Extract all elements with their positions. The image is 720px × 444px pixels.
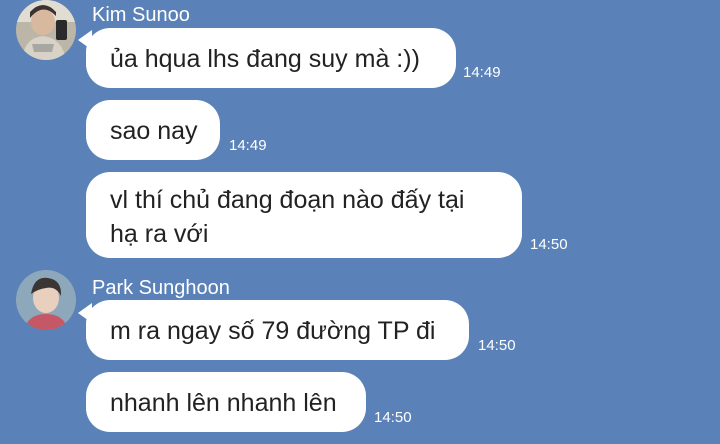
message-bubble[interactable]: m ra ngay số 79 đường TP đi	[86, 300, 469, 360]
sender-name: Kim Sunoo	[92, 4, 190, 26]
message-text: nhanh lên nhanh lên	[110, 389, 337, 417]
avatar-park-sunghoon[interactable]	[16, 270, 76, 330]
message-time: 14:50	[478, 337, 516, 354]
message-bubble[interactable]: ủa hqua lhs đang suy mà :))	[86, 28, 456, 88]
avatar-kim-sunoo[interactable]	[16, 0, 76, 60]
message-text: ủa hqua lhs đang suy mà :))	[110, 45, 420, 73]
message-text: m ra ngay số 79 đường TP đi	[110, 317, 436, 345]
bubble-tail	[78, 30, 92, 50]
person-photo-icon	[16, 0, 76, 60]
message-bubble[interactable]: sao nay	[86, 100, 220, 160]
bubble-tail	[78, 303, 92, 323]
sender-name: Park Sunghoon	[92, 277, 230, 299]
message-bubble[interactable]: nhanh lên nhanh lên	[86, 372, 366, 432]
message-time: 14:49	[463, 64, 501, 81]
person-photo-icon	[16, 270, 76, 330]
message-time: 14:50	[374, 409, 412, 426]
message-time: 14:50	[530, 236, 568, 253]
message-bubble[interactable]: vl thí chủ đang đoạn nào đấy tại hạ ra v…	[86, 172, 522, 258]
message-text: sao nay	[110, 117, 198, 145]
message-time: 14:49	[229, 137, 267, 154]
message-text: vl thí chủ đang đoạn nào đấy tại hạ ra v…	[110, 186, 465, 248]
